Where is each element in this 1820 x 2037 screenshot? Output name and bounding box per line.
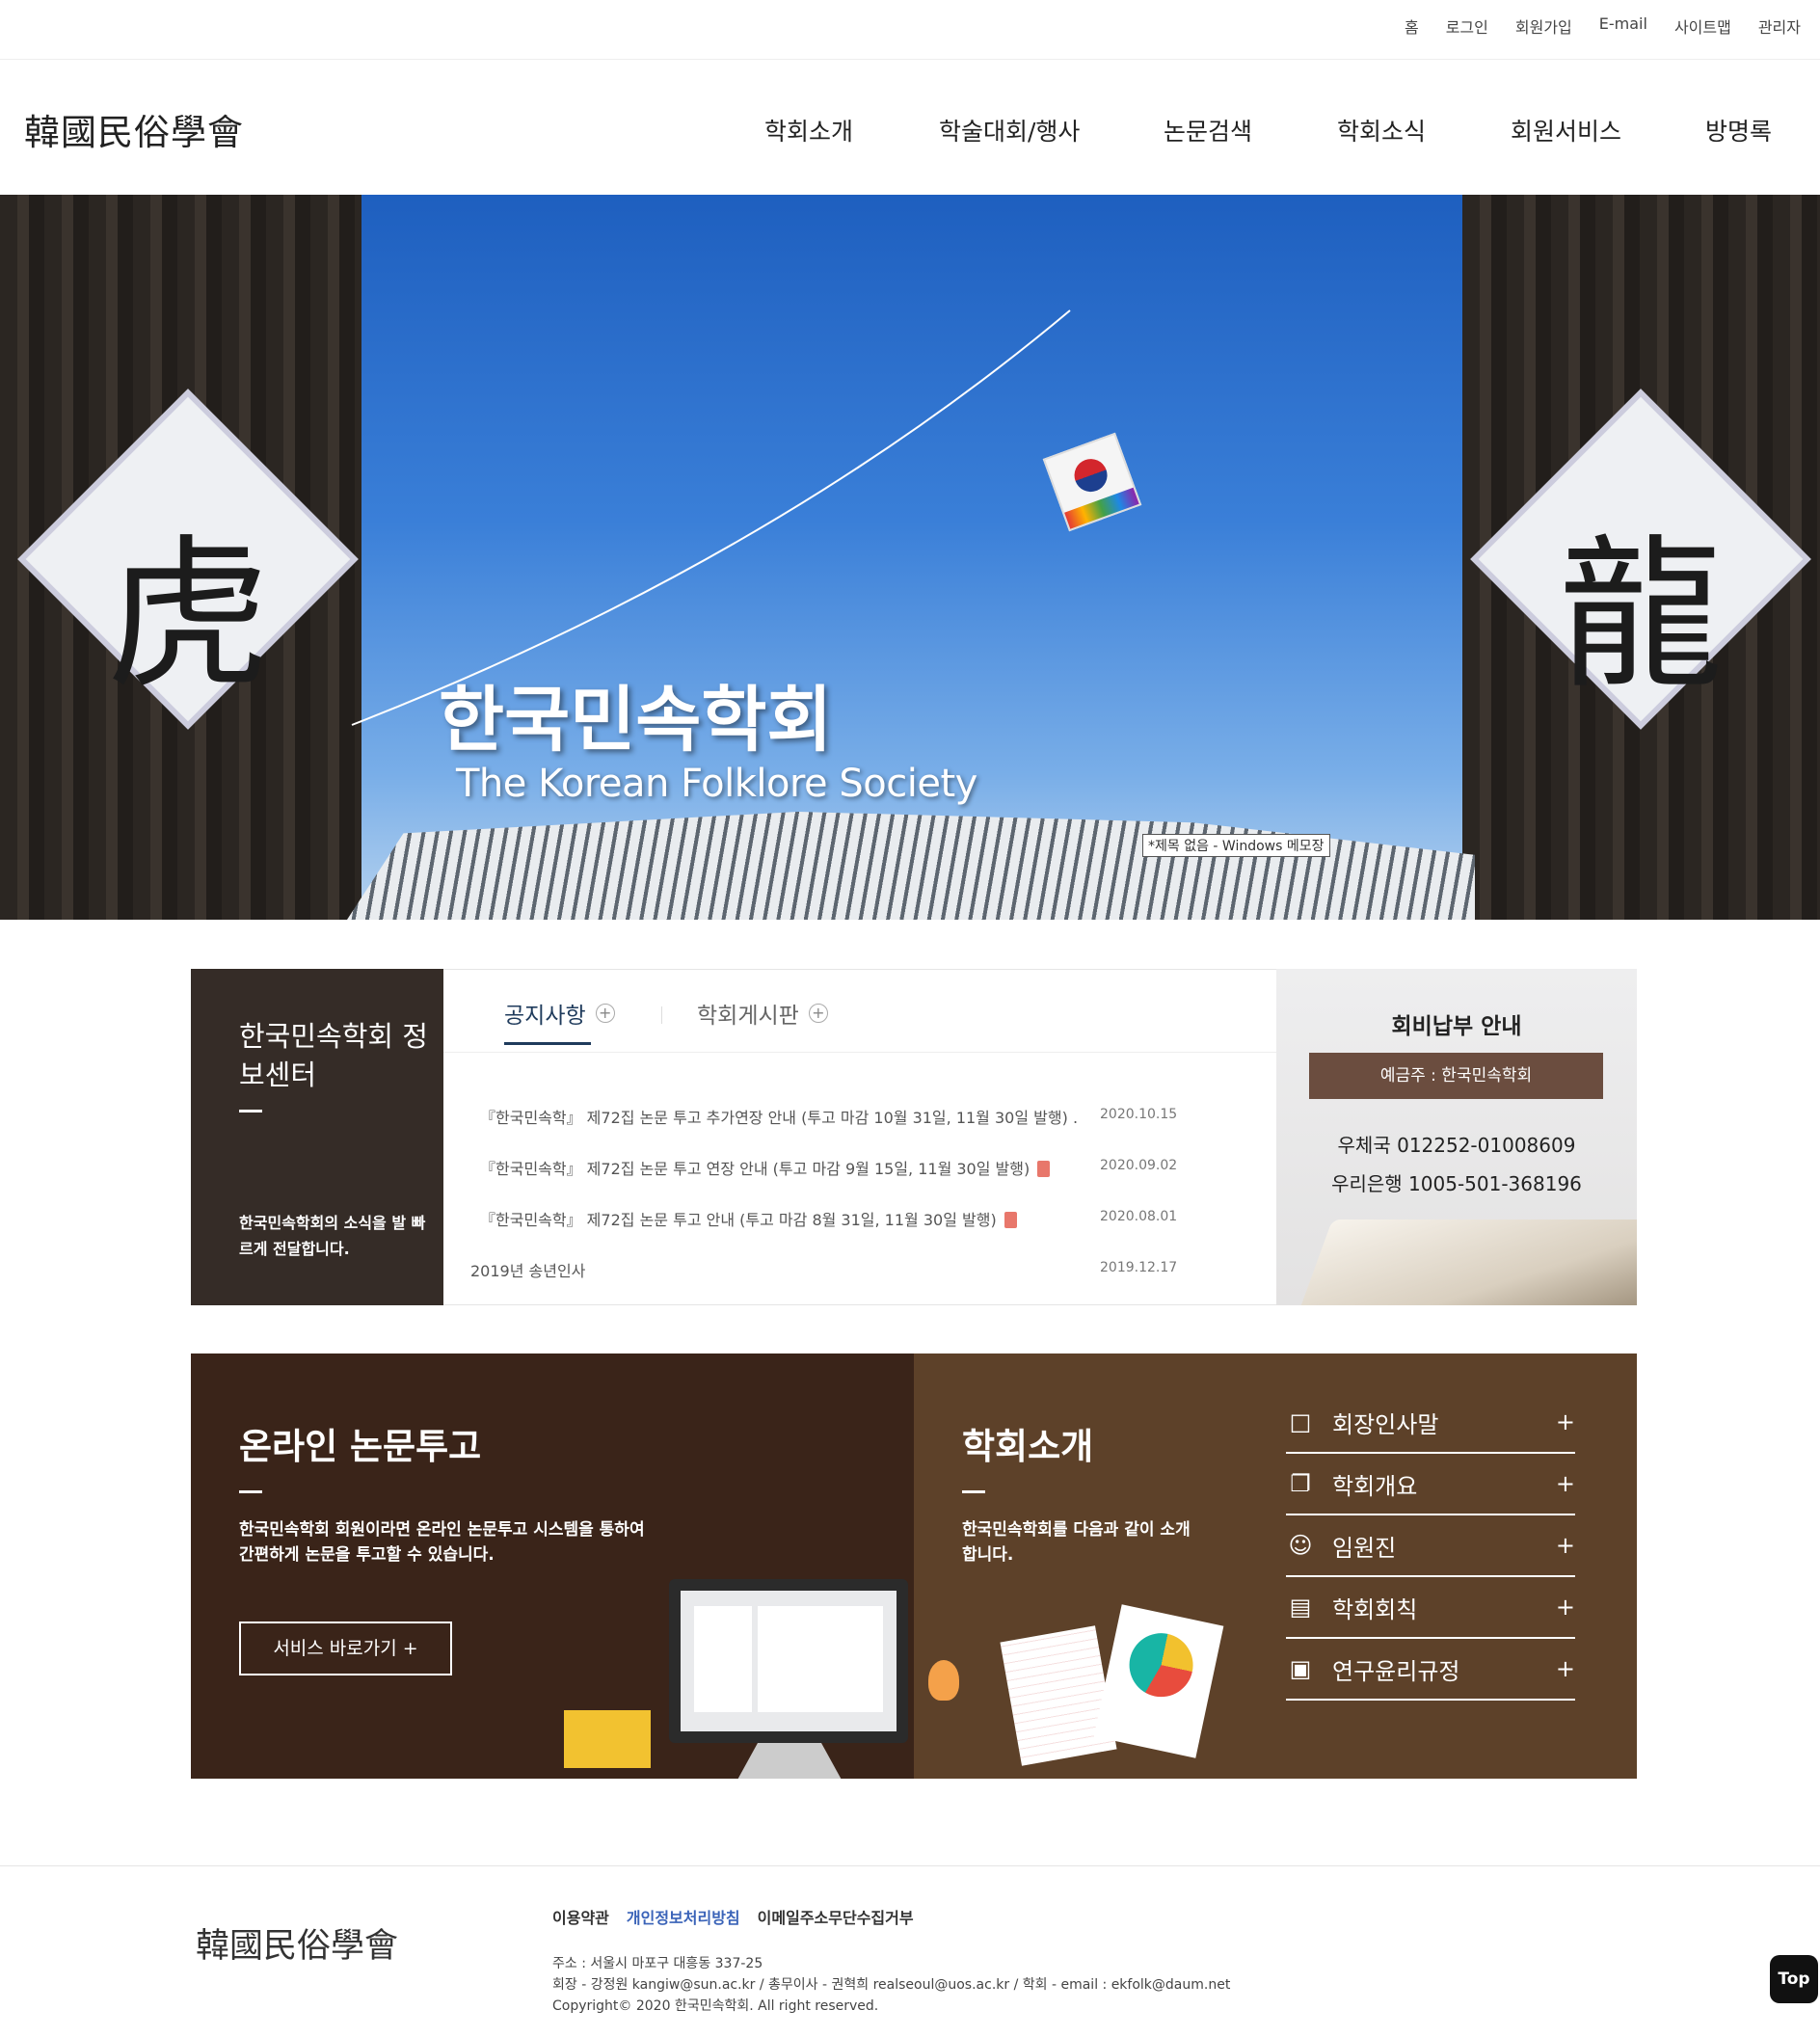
- nav-item-member-service[interactable]: 회원서비스: [1511, 113, 1621, 147]
- list-item[interactable]: 『한국민속학』 제72집 논문 투고 추가연장 안내 (투고 마감 10월 31…: [480, 1105, 1242, 1156]
- hero-banner: 虎 龍 한국민속학회 The Korean Folklore Society *…: [0, 195, 1820, 920]
- intro-menu-overview[interactable]: ❐ 학회개요 +: [1286, 1454, 1575, 1515]
- plus-circle-icon[interactable]: +: [595, 1004, 615, 1023]
- copyright-line: Copyright© 2020 한국민속학회. All right reserv…: [552, 1998, 879, 2014]
- utility-bar: 홈 로그인 회원가입 E-mail 사이트맵 관리자: [0, 0, 1820, 60]
- site-header: 韓國民俗學會 학회소개 학술대회/행사 논문검색 학회소식 회원서비스 방명록: [0, 61, 1820, 195]
- plus-icon: +: [1555, 1655, 1575, 1682]
- notice-title[interactable]: 『한국민속학』 제72집 논문 투고 안내 (투고 마감 8월 31일, 11월…: [480, 1207, 1017, 1230]
- divider: [962, 1490, 985, 1493]
- fee-title: 회비납부 안내: [1391, 1014, 1522, 1039]
- file-attachment-icon: [1037, 1161, 1051, 1177]
- file-attachment-icon: [1004, 1212, 1017, 1228]
- society-intro-banner: 학회소개 한국민속학회를 다음과 같이 소개합니다. □ 회장인사말 + ❐ 학…: [914, 1354, 1637, 1779]
- people-icon: ☺: [1288, 1532, 1313, 1559]
- footer-links: 이용약관 개인정보처리방침 이메일주소무단수집거부: [552, 1905, 914, 1928]
- taegeuk-icon: [1069, 454, 1112, 496]
- plus-icon: +: [1555, 1532, 1575, 1559]
- monitor-illustration: [669, 1579, 908, 1743]
- account-postoffice: 우체국 012252-01008609: [1337, 1134, 1576, 1157]
- notice-title[interactable]: 『한국민속학』 제72집 논문 투고 연장 안내 (투고 마감 9월 15일, …: [480, 1156, 1051, 1179]
- notice-board: 공지사항 + 학회게시판 + 『한국민속학』 제72집 논문 투고 추가연장 안…: [443, 969, 1276, 1305]
- intro-desc: 한국민속학회를 다음과 같이 소개합니다.: [962, 1520, 1191, 1565]
- intro-menu-bylaws[interactable]: ▤ 학회회칙 +: [1286, 1577, 1575, 1639]
- footer-address: 주소 : 서울시 마포구 대흥동 337-25 회장 - 강정원 kangiw@…: [552, 1953, 1230, 2017]
- folder-icon: ▣: [1289, 1655, 1312, 1682]
- util-email-link[interactable]: E-mail: [1599, 14, 1647, 38]
- notice-title[interactable]: 『한국민속학』 제72집 논문 투고 추가연장 안내 (투고 마감 10월 31…: [480, 1105, 1078, 1128]
- nav-item-guestbook[interactable]: 방명록: [1705, 113, 1772, 147]
- tab-notice-label: 공지사항: [504, 1004, 586, 1029]
- util-login-link[interactable]: 로그인: [1446, 14, 1488, 38]
- notice-title[interactable]: 2019년 송년인사: [470, 1258, 585, 1281]
- site-footer: 韓國民俗學會 이용약관 개인정보처리방침 이메일주소무단수집거부 주소 : 서울…: [0, 1865, 1820, 2037]
- info-center-panel: 한국민속학회 정보센터 한국민속학회의 소식을 발 빠르게 전달합니다.: [191, 969, 443, 1305]
- address-line: 주소 : 서울시 마포구 대흥동 337-25: [552, 1956, 763, 1971]
- account-woori: 우리은행 1005-501-368196: [1331, 1172, 1582, 1195]
- footer-logo: 韓國民俗學會: [196, 1927, 399, 1966]
- info-center-desc: 한국민속학회의 소식을 발 빠르게 전달합니다.: [239, 1214, 426, 1258]
- notice-date: 2020.10.15: [1100, 1107, 1178, 1122]
- tab-board-label: 학회게시판: [697, 1004, 799, 1029]
- open-book-image: [1297, 1220, 1637, 1305]
- util-join-link[interactable]: 회원가입: [1515, 14, 1572, 38]
- line-chart-paper: [1000, 1625, 1117, 1766]
- intro-menu: □ 회장인사말 + ❐ 학회개요 + ☺ 임원진 + ▤ 학회회칙 + ▣ 연구…: [1286, 1392, 1575, 1701]
- kite-string: [351, 309, 1071, 726]
- board-tabs: 공지사항 + 학회게시판 +: [443, 970, 1276, 1053]
- membership-fee-panel: 회비납부 안내 예금주 : 한국민속학회 우체국 012252-01008609…: [1276, 969, 1637, 1305]
- intro-title: 학회소개: [962, 1426, 1094, 1467]
- terms-link[interactable]: 이용약관: [552, 1905, 609, 1928]
- plus-icon: +: [1555, 1470, 1575, 1497]
- notice-date: 2019.12.17: [1100, 1260, 1178, 1275]
- tab-notice[interactable]: 공지사항 +: [504, 997, 615, 1045]
- list-item[interactable]: 『한국민속학』 제72집 논문 투고 연장 안내 (투고 마감 9월 15일, …: [480, 1156, 1242, 1207]
- chart-board-icon: ▤: [1289, 1594, 1312, 1621]
- hero-subtitle: The Korean Folklore Society: [456, 762, 977, 806]
- plus-icon: +: [1555, 1594, 1575, 1621]
- intro-menu-ethics[interactable]: ▣ 연구윤리규정 +: [1286, 1639, 1575, 1701]
- nav-item-about[interactable]: 학회소개: [764, 113, 853, 147]
- nav-item-paper-search[interactable]: 논문검색: [1164, 113, 1252, 147]
- util-sitemap-link[interactable]: 사이트맵: [1674, 14, 1731, 38]
- main-navigation: 학회소개 학술대회/행사 논문검색 학회소식 회원서비스 방명록: [0, 113, 1820, 151]
- intro-menu-greeting[interactable]: □ 회장인사말 +: [1286, 1392, 1575, 1454]
- service-shortcut-button[interactable]: 서비스 바로가기 +: [239, 1622, 452, 1675]
- divider: [239, 1490, 262, 1493]
- email-refusal-link[interactable]: 이메일주소무단수집거부: [758, 1905, 914, 1928]
- info-center-title: 한국민속학회 정보센터: [239, 1020, 428, 1091]
- lightbulb-icon: [928, 1660, 959, 1701]
- plus-circle-icon[interactable]: +: [808, 1004, 828, 1023]
- util-admin-link[interactable]: 관리자: [1758, 14, 1801, 38]
- pie-chart-paper: [1093, 1604, 1224, 1758]
- intro-menu-officers[interactable]: ☺ 임원진 +: [1286, 1515, 1575, 1577]
- layers-icon: ❐: [1290, 1470, 1311, 1497]
- nav-item-conference[interactable]: 학술대회/행사: [939, 113, 1080, 147]
- submission-desc: 한국민속학회 회원이라면 온라인 논문투고 시스템을 통하여 간편하게 논문을 …: [239, 1520, 645, 1565]
- divider: [239, 1110, 262, 1112]
- speech-bubble-icon: □: [1289, 1408, 1312, 1435]
- list-item[interactable]: 2019년 송년인사 2019.12.17: [470, 1258, 1242, 1309]
- nav-item-news[interactable]: 학회소식: [1337, 113, 1426, 147]
- notice-date: 2020.08.01: [1100, 1209, 1178, 1224]
- notice-date: 2020.09.02: [1100, 1158, 1178, 1173]
- submission-title: 온라인 논문투고: [239, 1426, 482, 1467]
- account-holder-badge: 예금주 : 한국민속학회: [1309, 1053, 1603, 1099]
- scroll-top-button[interactable]: Top: [1770, 1955, 1818, 2003]
- util-home-link[interactable]: 홈: [1405, 14, 1419, 38]
- hero-title: 한국민속학회: [439, 679, 833, 762]
- plus-icon: +: [1555, 1408, 1575, 1435]
- notice-list: 『한국민속학』 제72집 논문 투고 추가연장 안내 (투고 마감 10월 31…: [470, 1105, 1242, 1309]
- privacy-policy-link[interactable]: 개인정보처리방침: [627, 1905, 740, 1928]
- contact-line: 회장 - 강정원 kangiw@sun.ac.kr / 총무이사 - 권혁희 r…: [552, 1977, 1231, 1993]
- online-submission-banner: 온라인 논문투고 한국민속학회 회원이라면 온라인 논문투고 시스템을 통하여 …: [191, 1354, 914, 1779]
- tab-board[interactable]: 학회게시판 +: [697, 997, 828, 1030]
- list-item[interactable]: 『한국민속학』 제72집 논문 투고 안내 (투고 마감 8월 31일, 11월…: [480, 1207, 1242, 1258]
- window-tooltip: *제목 없음 - Windows 메모장: [1142, 834, 1330, 857]
- monitor-stand: [736, 1743, 843, 1779]
- books-illustration: [564, 1710, 651, 1768]
